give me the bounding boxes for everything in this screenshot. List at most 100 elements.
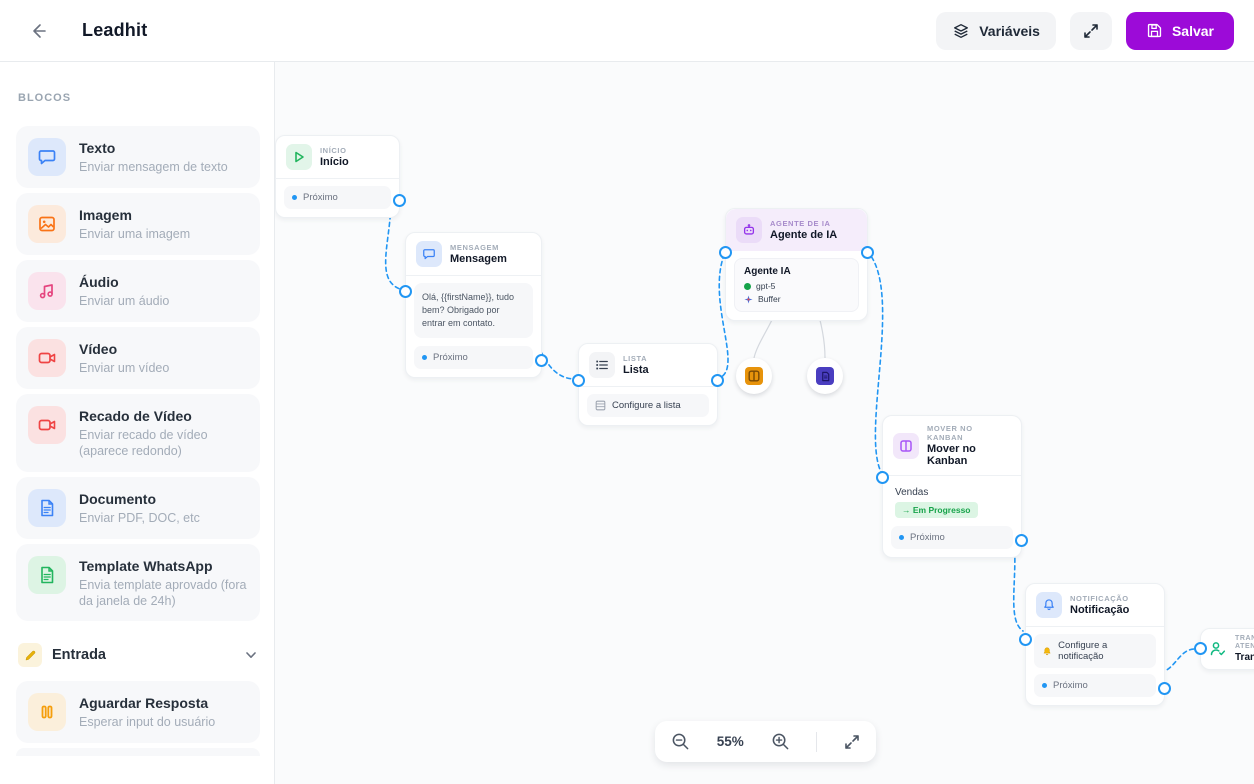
node-title: Notificação [1070,604,1130,616]
item-desc: Enviar um áudio [79,294,170,308]
input-handle-kanban[interactable] [876,471,889,484]
sidebar-item-template-whatsapp[interactable]: Template WhatsApp Envia template aprovado… [16,543,260,621]
item-title: Aguardar Resposta [79,695,209,711]
port-dot [899,535,904,540]
item-desc: Enviar uma imagem [79,227,191,241]
zoom-out-button[interactable] [671,732,690,751]
save-label: Salvar [1171,22,1214,39]
item-desc: Esperar input do usuário [79,715,216,729]
configure-notification-row[interactable]: Configure a notificação [1034,634,1156,668]
save-button[interactable]: Salvar [1125,11,1234,50]
pencil-icon [18,643,42,667]
node-eyebrow-line1: TRANS [1235,635,1254,642]
next-label: Próximo [303,192,338,203]
output-handle-mensagem[interactable] [535,354,548,368]
variables-label: Variáveis [979,22,1040,39]
edge-agente-kanban [866,250,884,473]
node-eyebrow: MOVER NO KANBAN [927,424,973,442]
zoom-in-icon [772,733,788,750]
tool-node-document[interactable] [807,358,843,394]
port-dot [422,355,427,361]
node-title: Agente de IA [770,229,838,241]
tool-node-kanban[interactable] [736,358,772,394]
input-handle-transferir[interactable] [1194,642,1207,655]
node-notificacao[interactable]: NOTIFICAÇÃO Notificação Configure a noti… [1019,583,1171,706]
page-title: Leadhit [82,20,148,40]
expand-icon [1084,23,1098,38]
next-row: Próximo [891,526,1013,549]
document-icon [28,488,66,527]
play-icon [286,144,312,170]
output-handle-agente[interactable] [861,246,874,259]
agent-name: Agente IA [744,266,791,277]
bell-alert-icon [1043,647,1051,655]
node-eyebrow: LISTA [623,354,648,363]
blocks-sidebar: BLOCOS Texto Enviar mensagem de texto Ima… [0,62,275,784]
agent-config-card[interactable]: Agente IA gpt-5 Buffer [734,258,859,312]
output-handle-inicio[interactable] [393,194,406,207]
buffer-icon [744,294,753,304]
output-handle-kanban[interactable] [1015,534,1028,547]
node-lista[interactable]: LISTA Lista Configure a lista [572,343,724,426]
next-row: Próximo [284,186,391,209]
output-handle-lista[interactable] [711,374,724,387]
sidebar-item-imagem[interactable]: Imagem Enviar uma imagem [16,193,260,255]
sidebar-item-partial[interactable] [16,748,260,756]
node-eyebrow: MENSAGEM [450,243,499,252]
chat-bubble-icon [416,241,442,267]
fit-view-button[interactable] [844,734,860,750]
agent-model-row: gpt-5 [744,281,849,291]
save-icon [1147,23,1162,38]
node-eyebrow: INÍCIO [320,146,347,155]
message-text: Olá, {{firstName}}, tudo bem? Obrigado p… [414,283,533,339]
input-handle-agente[interactable] [719,246,732,259]
item-title: Imagem [79,207,132,223]
node-mover-kanban[interactable]: MOVER NO KANBAN Mover no Kanban Vendas →… [876,415,1028,558]
node-title: Mensagem [450,253,507,265]
sidebar-item-aguardar-resposta[interactable]: Aguardar Resposta Esperar input do usuári… [16,681,260,743]
sidebar-section-entrada[interactable]: Entrada [18,643,258,667]
item-title: Áudio [79,274,119,290]
variables-button[interactable]: Variáveis [936,11,1056,50]
node-transferir[interactable]: TRANS ATEND Trans [1194,628,1254,670]
zoom-in-button[interactable] [771,732,790,751]
toolbar-divider [816,731,818,752]
item-title: Texto [79,140,116,156]
list-config-icon [595,400,606,411]
sidebar-item-video[interactable]: Vídeo Enviar um vídeo [16,327,260,389]
output-handle-notificacao[interactable] [1158,682,1171,695]
kanban-board-label: Vendas [895,487,929,498]
item-title: Recado de Vídeo [79,408,192,424]
node-title: Trans [1235,652,1254,664]
port-dot [292,195,297,200]
person-check-icon [1209,640,1227,658]
port-dot [1042,683,1047,688]
node-eyebrow-line2: ATEND [1235,643,1254,651]
flow-canvas[interactable]: INÍCIO Início Próximo MENSAGEM Mensagem [275,62,1254,784]
chat-bubble-icon [28,138,66,176]
next-label: Próximo [433,352,468,364]
input-handle-lista[interactable] [572,374,585,387]
expand-icon [845,734,859,749]
input-handle-notificacao[interactable] [1019,633,1032,646]
image-icon [28,205,66,243]
node-agente-ia[interactable]: AGENTE DE IA Agente de IA Agente IA gpt-… [719,208,874,321]
fullscreen-button[interactable] [1069,11,1112,50]
node-mensagem[interactable]: MENSAGEM Mensagem Olá, {{firstName}}, tu… [399,232,548,379]
node-title: Lista [623,364,649,376]
input-handle-mensagem[interactable] [399,285,412,298]
kanban-columns-icon [745,367,763,385]
next-row: Próximo [414,346,533,370]
agent-tool-row: Buffer [744,294,849,304]
back-button[interactable] [24,17,52,45]
next-row: Próximo [1034,674,1156,697]
node-inicio[interactable]: INÍCIO Início Próximo [275,135,406,218]
item-title: Documento [79,490,156,507]
agent-tool: Buffer [758,294,781,304]
configure-list-row[interactable]: Configure a lista [587,394,709,417]
chevron-down-icon [244,648,258,662]
sidebar-item-documento[interactable]: Documento Enviar PDF, DOC, etc [16,476,260,539]
sidebar-item-recado-video[interactable]: Recado de Vídeo Enviar recado de vídeo (a… [16,394,260,472]
sidebar-item-texto[interactable]: Texto Enviar mensagem de texto [16,126,260,188]
sidebar-item-audio[interactable]: Áudio Enviar um áudio [16,260,260,322]
